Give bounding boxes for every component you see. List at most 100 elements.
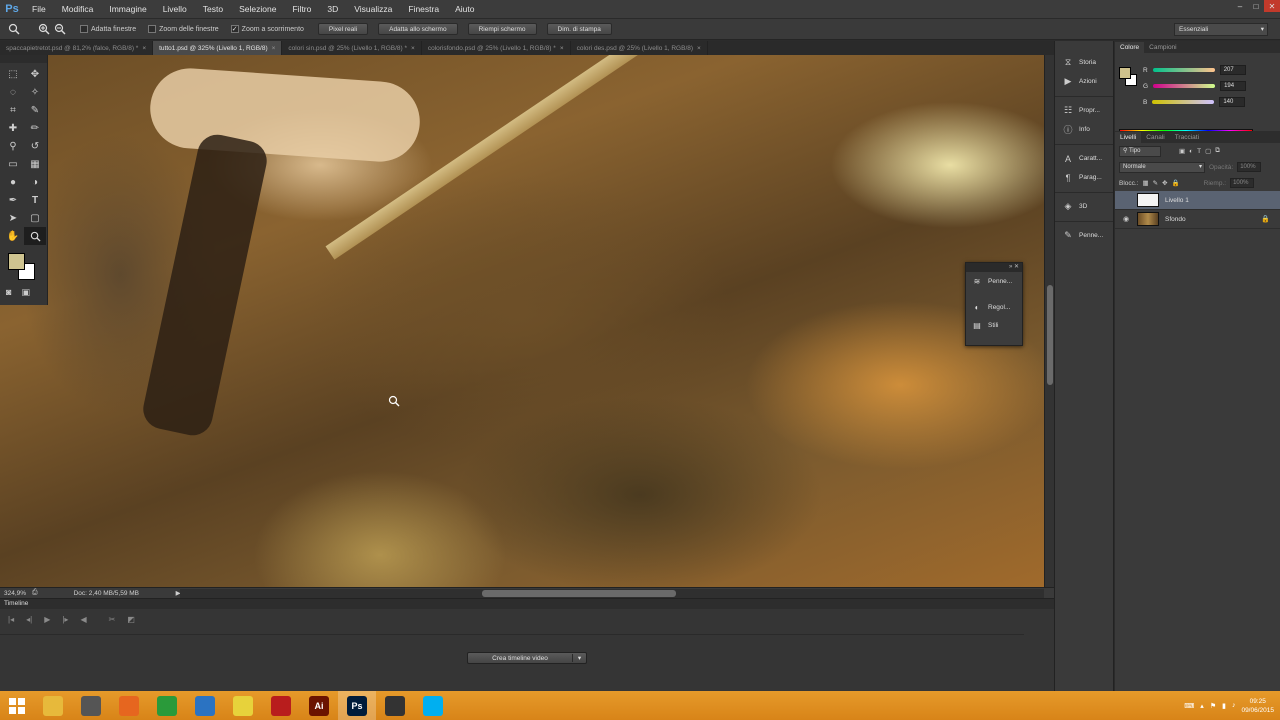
vertical-scrollbar[interactable]: [1044, 55, 1054, 587]
menu-aiuto[interactable]: Aiuto: [447, 0, 482, 18]
menu-immagine[interactable]: Immagine: [101, 0, 154, 18]
lock-position-icon[interactable]: ✥: [1162, 179, 1167, 187]
network-icon[interactable]: ▮: [1222, 702, 1226, 710]
fill-field[interactable]: 100%: [1230, 178, 1255, 188]
blue-value-field[interactable]: 140: [1219, 97, 1246, 107]
pen-tool-icon[interactable]: ✒: [2, 191, 24, 209]
zoom-out-icon[interactable]: [52, 21, 68, 37]
eye-icon[interactable]: ◉: [1121, 215, 1131, 223]
dodge-tool-icon[interactable]: ◑: [24, 173, 46, 191]
zoom-tool-icon[interactable]: [24, 227, 46, 245]
audio-icon[interactable]: ◀: [80, 615, 86, 624]
brush-presets-item[interactable]: ≋ Penne...: [966, 272, 1022, 290]
adjustments-item[interactable]: ◐ Regol...: [966, 298, 1022, 316]
opacity-field[interactable]: 100%: [1237, 162, 1262, 172]
zoom-in-icon[interactable]: [36, 21, 52, 37]
horizontal-scrollbar[interactable]: [180, 589, 1044, 598]
fill-screen-button[interactable]: Riempi schermo: [467, 23, 537, 35]
tab-channels[interactable]: Canali: [1141, 132, 1169, 143]
tab-colori-des[interactable]: colori des.psd @ 25% (Livello 1, RGB/8) ×: [571, 41, 708, 55]
taskbar-app-apps-grid[interactable]: [224, 691, 262, 720]
tab-colorisfondo[interactable]: colorisfondo.psd @ 25% (Livello 1, RGB/8…: [422, 41, 571, 55]
dock-actions[interactable]: ▶ Azioni: [1055, 72, 1113, 91]
workspace-select[interactable]: Essenziali ▾: [1174, 23, 1268, 36]
taskbar-app-illustrator[interactable]: Ai: [300, 691, 338, 720]
filter-pixel-icon[interactable]: ▣: [1179, 147, 1185, 155]
layer-row-sfondo[interactable]: ◉ Sfondo 🔒: [1115, 210, 1280, 229]
blue-slider[interactable]: [1152, 100, 1215, 104]
taskbar-app-firefox[interactable]: [110, 691, 148, 720]
layer-row-livello-1[interactable]: Livello 1: [1115, 191, 1280, 210]
close-tab-icon[interactable]: ×: [411, 45, 415, 52]
volume-icon[interactable]: ♪: [1232, 702, 1236, 709]
layer-filter-select[interactable]: ⚲ Tipo: [1119, 145, 1161, 157]
filter-shape-icon[interactable]: ▢: [1205, 147, 1211, 155]
prev-frame-icon[interactable]: ◂|: [26, 615, 32, 624]
panel-close-icon[interactable]: » ✕: [966, 263, 1022, 272]
red-slider[interactable]: [1152, 68, 1215, 72]
taskbar-app-steam[interactable]: [72, 691, 110, 720]
zoom-level[interactable]: 324,9%: [0, 590, 32, 597]
dock-info[interactable]: ⓘ Info: [1055, 120, 1113, 139]
tab-paths[interactable]: Tracciati: [1170, 132, 1204, 143]
first-frame-icon[interactable]: |◂: [8, 615, 14, 624]
panel-grip[interactable]: [0, 55, 47, 63]
close-tab-icon[interactable]: ×: [697, 45, 701, 52]
zoom-all-windows-checkbox[interactable]: Zoom delle finestre: [148, 25, 219, 33]
screen-mode-icon[interactable]: ▣: [21, 287, 30, 298]
menu-selezione[interactable]: Selezione: [231, 0, 284, 18]
tab-tutto1[interactable]: tutto1.psd @ 325% (Livello 1, RGB/8) ×: [153, 41, 283, 55]
blur-tool-icon[interactable]: ●: [2, 173, 24, 191]
green-slider[interactable]: [1153, 84, 1216, 88]
dock-character[interactable]: A Caratt...: [1055, 149, 1113, 168]
scroll-thumb[interactable]: [1047, 285, 1053, 385]
keyboard-icon[interactable]: ⌨: [1184, 702, 1194, 710]
menu-file[interactable]: File: [24, 0, 54, 18]
taskbar-app-photoshop[interactable]: Ps: [338, 691, 376, 720]
tab-swatches[interactable]: Campioni: [1144, 42, 1181, 53]
actual-pixels-button[interactable]: Pixel reali: [317, 23, 369, 35]
filter-smart-icon[interactable]: ⧉: [1215, 147, 1220, 155]
dock-paragraph[interactable]: ¶ Parag...: [1055, 168, 1113, 187]
green-value-field[interactable]: 194: [1220, 81, 1247, 91]
create-video-timeline-button[interactable]: Crea timeline video ▾: [467, 652, 587, 664]
path-select-icon[interactable]: ➤: [2, 209, 24, 227]
taskbar-app-inkscape[interactable]: [376, 691, 414, 720]
dock-brush[interactable]: ✎ Penne...: [1055, 226, 1113, 245]
menu-modifica[interactable]: Modifica: [54, 0, 102, 18]
taskbar-app-file-explorer[interactable]: [34, 691, 72, 720]
document-canvas[interactable]: [0, 55, 1044, 587]
menu-finestra[interactable]: Finestra: [400, 0, 447, 18]
marquee-tool-icon[interactable]: ⬚: [2, 65, 24, 83]
fit-screen-button[interactable]: Adatta allo schermo: [378, 23, 458, 35]
filter-adjustment-icon[interactable]: ◐: [1189, 148, 1193, 155]
taskbar-app-skype[interactable]: [414, 691, 452, 720]
close-button[interactable]: ✕: [1264, 0, 1280, 12]
lock-all-icon[interactable]: 🔒: [1172, 179, 1180, 187]
eyedropper-icon[interactable]: ✎: [24, 101, 46, 119]
resize-windows-checkbox[interactable]: Adatta finestre: [80, 25, 136, 33]
flag-icon[interactable]: ⚑: [1210, 702, 1216, 710]
gradient-tool-icon[interactable]: ▦: [24, 155, 46, 173]
scroll-thumb[interactable]: [482, 590, 676, 597]
dock-properties[interactable]: ☷ Propr...: [1055, 101, 1113, 120]
move-tool-icon[interactable]: ✥: [24, 65, 46, 83]
tab-spaccapietretot[interactable]: spaccapietretot.psd @ 81,2% (falce, RGB/…: [0, 41, 154, 55]
clock[interactable]: 09:25 09/06/2015: [1241, 697, 1274, 715]
close-tab-icon[interactable]: ×: [272, 45, 276, 52]
lasso-tool-icon[interactable]: ◌: [2, 83, 24, 101]
taskbar-app-chrome[interactable]: [186, 691, 224, 720]
shape-tool-icon[interactable]: ▢: [24, 209, 46, 227]
tab-colori-sin[interactable]: colori sin.psd @ 25% (Livello 1, RGB/8) …: [282, 41, 422, 55]
export-icon[interactable]: ⎙: [32, 589, 38, 597]
transition-icon[interactable]: ◩: [127, 615, 135, 624]
close-tab-icon[interactable]: ×: [142, 45, 146, 52]
eraser-tool-icon[interactable]: ▭: [2, 155, 24, 173]
minimize-button[interactable]: –: [1232, 0, 1248, 12]
taskbar-app-games[interactable]: [262, 691, 300, 720]
filter-type-icon[interactable]: T: [1197, 148, 1201, 155]
maximize-button[interactable]: □: [1248, 0, 1264, 12]
crop-tool-icon[interactable]: ⌗: [2, 101, 24, 119]
foreground-color-swatch[interactable]: [1119, 67, 1131, 79]
magic-wand-icon[interactable]: ✧: [24, 83, 46, 101]
